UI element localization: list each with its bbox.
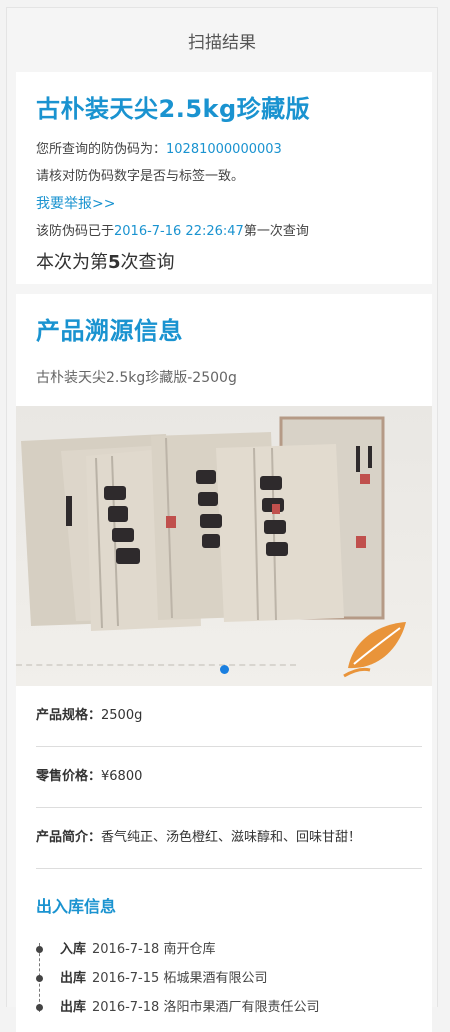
check-hint: 请核对防伪码数字是否与标签一致。 — [36, 169, 245, 184]
report-link[interactable]: 我要举报>> — [36, 190, 432, 218]
record-place: 洛阳市果酒厂有限责任公司 — [163, 1000, 320, 1015]
verification-card: 古朴装天尖2.5kg珍藏版 您所查询的防伪码为：10281000000003 请… — [16, 72, 432, 284]
page-title: 扫描结果 — [188, 32, 256, 53]
warehouse-title: 出入库信息 — [36, 897, 117, 916]
price-row: 零售价格：¥6800 — [36, 747, 422, 808]
first-query-prefix: 该防伪码已于 — [36, 224, 115, 239]
record-type: 出库 — [60, 971, 87, 986]
carousel-track — [16, 664, 296, 668]
price-label: 零售价格： — [36, 769, 102, 784]
code-label: 您所查询的防伪码为： — [36, 142, 167, 157]
timeline-item: 出库 2016-7-18 洛阳市果酒厂有限责任公司 — [36, 993, 432, 1022]
query-count-prefix: 本次为第 — [36, 252, 108, 273]
product-banner[interactable] — [16, 406, 432, 686]
first-query-suffix: 第一次查询 — [243, 224, 309, 239]
spec-value: 2500g — [101, 708, 143, 723]
leaf-icon — [343, 622, 406, 678]
anti-fake-code: 10281000000003 — [166, 142, 282, 157]
code-line: 您所查询的防伪码为：10281000000003 — [36, 136, 432, 163]
header-bar: 扫描结果 — [7, 8, 437, 72]
spec-label: 产品规格： — [36, 708, 102, 723]
query-count-line: 本次为第5次查询 — [36, 245, 432, 281]
query-count-suffix: 次查询 — [120, 252, 175, 273]
price-value: ¥6800 — [101, 769, 143, 784]
record-date: 2016-7-15 — [92, 971, 160, 986]
trace-card: 产品溯源信息 古朴装天尖2.5kg珍藏版-2500g 产品规格：2500g 零售… — [16, 294, 432, 1032]
timeline-dot-icon — [36, 975, 43, 982]
record-type: 出库 — [60, 1000, 87, 1015]
intro-row: 产品简介：香气纯正、汤色橙红、滋味醇和、回味甘甜！ — [36, 808, 422, 869]
record-date: 2016-7-18 — [92, 942, 160, 957]
first-query-time: 2016-7-16 22:26:47 — [114, 224, 244, 239]
active-slide-dot[interactable] — [220, 665, 229, 674]
spec-row: 产品规格：2500g — [36, 686, 422, 747]
warehouse-timeline: 入库 2016-7-18 南开仓库 出库 2016-7-15 柘城果酒有限公司 出库… — [36, 927, 432, 1032]
product-info: 产品规格：2500g 零售价格：¥6800 产品简介：香气纯正、汤色橙红、滋味醇… — [36, 686, 432, 869]
scan-result-page: 扫描结果 古朴装天尖2.5kg珍藏版 您所查询的防伪码为：10281000000… — [6, 7, 438, 1032]
record-place: 柘城果酒有限公司 — [163, 971, 268, 986]
record-date: 2016-7-18 — [92, 1000, 160, 1015]
intro-label: 产品简介： — [36, 830, 102, 845]
timeline-item: 入库 2016-7-18 南开仓库 — [36, 935, 432, 964]
record-type: 入库 — [60, 942, 87, 957]
intro-value: 香气纯正、汤色橙红、滋味醇和、回味甘甜！ — [101, 830, 362, 845]
record-place: 南开仓库 — [163, 942, 216, 957]
trace-title: 产品溯源信息 — [36, 317, 183, 345]
query-count: 5 — [108, 252, 121, 273]
first-query-line: 该防伪码已于2016-7-16 22:26:47第一次查询 — [36, 218, 432, 245]
product-title: 古朴装天尖2.5kg珍藏版 — [36, 95, 311, 123]
timeline-dot-icon — [36, 946, 43, 953]
timeline-item: 出库 2016-7-15 柘城果酒有限公司 — [36, 964, 432, 993]
timeline-dot-icon — [36, 1004, 43, 1011]
trace-subtitle: 古朴装天尖2.5kg珍藏版-2500g — [36, 370, 237, 386]
